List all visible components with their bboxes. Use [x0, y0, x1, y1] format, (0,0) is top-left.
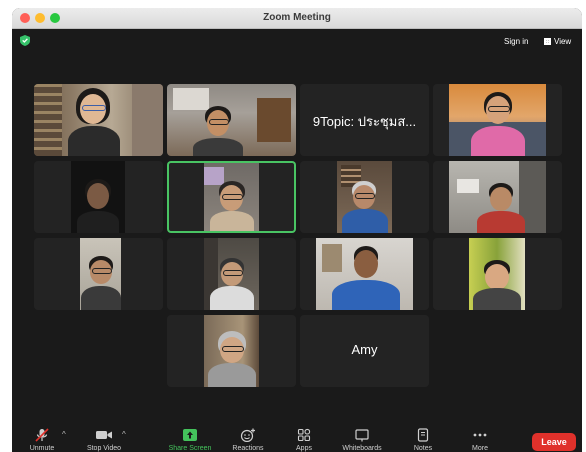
video-feed	[71, 161, 125, 233]
share-screen-arrow-icon	[183, 429, 197, 441]
participant-tile-5[interactable]	[34, 161, 163, 233]
apps-label: Apps	[296, 445, 312, 452]
unmute-button[interactable]: Unmute	[26, 428, 58, 452]
more-dots-icon	[473, 433, 487, 437]
audio-options-chevron-up-icon[interactable]: ^	[62, 430, 66, 439]
window-title: Zoom Meeting	[263, 12, 331, 23]
leave-button[interactable]: Leave	[532, 433, 576, 451]
participant-tile-14[interactable]: Amy	[300, 315, 429, 387]
stop-video-label: Stop Video	[86, 445, 122, 452]
notes-button[interactable]: Notes	[406, 428, 440, 452]
video-feed	[316, 238, 413, 310]
participant-tile-6-active-speaker[interactable]	[167, 161, 296, 233]
participant-tile-9[interactable]	[34, 238, 163, 310]
video-feed	[204, 163, 259, 231]
participant-tile-8[interactable]	[433, 161, 562, 233]
notes-icon	[417, 428, 429, 442]
reactions-label: Reactions	[232, 445, 264, 452]
participant-tile-13[interactable]	[167, 315, 296, 387]
view-label: View	[554, 37, 572, 46]
grid-view-icon	[544, 38, 551, 45]
shield-icon[interactable]	[20, 35, 30, 46]
notes-label: Notes	[413, 445, 433, 452]
title-bar: Zoom Meeting	[12, 8, 582, 29]
participant-tile-2[interactable]	[167, 84, 296, 156]
video-feed	[469, 238, 525, 310]
apps-button[interactable]: Apps	[286, 428, 322, 452]
participant-tile-7[interactable]	[300, 161, 429, 233]
apps-icon	[297, 428, 311, 442]
microphone-muted-icon	[35, 428, 49, 442]
video-feed	[449, 84, 546, 156]
zoom-window: Zoom Meeting Sign in View 9Topic: ประชุม…	[12, 8, 582, 452]
video-options-chevron-up-icon[interactable]: ^	[122, 430, 126, 439]
stop-video-button[interactable]: Stop Video	[80, 428, 128, 452]
unmute-label: Unmute	[29, 445, 55, 452]
meeting-topbar: Sign in View	[12, 29, 582, 55]
video-feed	[167, 84, 296, 156]
view-button[interactable]: View	[544, 37, 571, 46]
video-camera-icon	[96, 431, 112, 439]
participant-tile-1[interactable]	[34, 84, 163, 156]
video-feed	[204, 238, 259, 310]
meeting-toolbar: Unmute ^ Stop Video ^ Share Screen React…	[12, 424, 582, 452]
video-feed	[80, 238, 121, 310]
smiley-plus-icon	[240, 428, 255, 442]
participant-tile-3[interactable]: 9Topic: ประชุมส...	[300, 84, 429, 156]
participant-name: Amy	[351, 342, 378, 357]
sign-in-link[interactable]: Sign in	[504, 37, 528, 46]
share-screen-button[interactable]: Share Screen	[162, 428, 218, 452]
participant-tile-4[interactable]	[433, 84, 562, 156]
participant-name: 9Topic: ประชุมส...	[312, 114, 417, 129]
participant-tile-11[interactable]	[300, 238, 429, 310]
video-feed	[449, 161, 546, 233]
whiteboards-button[interactable]: Whiteboards	[334, 428, 390, 452]
video-feed	[204, 315, 259, 387]
participant-tile-12[interactable]	[433, 238, 562, 310]
whiteboards-label: Whiteboards	[342, 445, 382, 452]
participant-tile-10[interactable]	[167, 238, 296, 310]
share-screen-label: Share Screen	[168, 445, 212, 452]
more-label: More	[472, 445, 488, 452]
video-feed	[337, 161, 392, 233]
video-feed	[34, 84, 163, 156]
whiteboard-icon	[355, 429, 369, 442]
reactions-button[interactable]: Reactions	[226, 428, 270, 452]
more-button[interactable]: More	[464, 428, 496, 452]
